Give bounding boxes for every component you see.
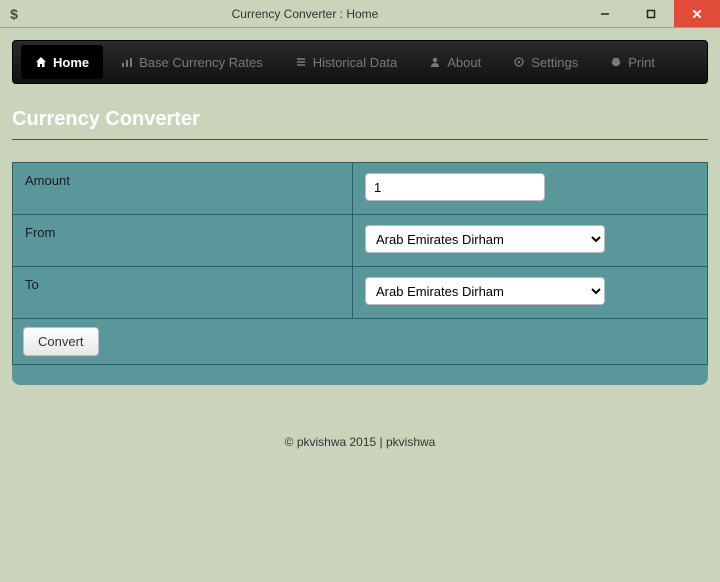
nav-print[interactable]: Print [596, 45, 669, 79]
gear-icon [513, 56, 525, 68]
nav-label: Base Currency Rates [139, 55, 263, 70]
bars-icon [121, 56, 133, 68]
nav-label: Historical Data [313, 55, 398, 70]
footer-text: © pkvishwa 2015 | pkvishwa [12, 435, 708, 449]
page-title: Currency Converter [12, 108, 708, 131]
close-button[interactable] [674, 0, 720, 27]
window-titlebar: $ Currency Converter : Home [0, 0, 720, 28]
nav-home[interactable]: Home [21, 45, 103, 79]
user-icon [429, 56, 441, 68]
nav-label: About [447, 55, 481, 70]
app-icon: $ [0, 0, 28, 27]
amount-label: Amount [13, 163, 353, 215]
amount-input[interactable] [365, 173, 545, 201]
main-navbar: Home Base Currency Rates Historical Data… [12, 40, 708, 84]
row-from: From Arab Emirates Dirham [13, 215, 708, 267]
minimize-button[interactable] [582, 0, 628, 27]
window-title: Currency Converter : Home [28, 0, 582, 27]
nav-historical-data[interactable]: Historical Data [281, 45, 412, 79]
nav-label: Home [53, 55, 89, 70]
maximize-button[interactable] [628, 0, 674, 27]
convert-button[interactable]: Convert [23, 327, 99, 356]
nav-base-currency-rates[interactable]: Base Currency Rates [107, 45, 277, 79]
nav-label: Settings [531, 55, 578, 70]
row-convert: Convert [13, 319, 708, 365]
row-to: To Arab Emirates Dirham [13, 267, 708, 319]
print-icon [610, 56, 622, 68]
nav-label: Print [628, 55, 655, 70]
nav-settings[interactable]: Settings [499, 45, 592, 79]
from-label: From [13, 215, 353, 267]
converter-form: Amount From Arab Emirates Dirham To Arab… [12, 162, 708, 365]
app-body: Home Base Currency Rates Historical Data… [0, 28, 720, 461]
list-icon [295, 56, 307, 68]
window-controls [582, 0, 720, 27]
heading-divider [12, 139, 708, 140]
to-select[interactable]: Arab Emirates Dirham [365, 277, 605, 305]
from-select[interactable]: Arab Emirates Dirham [365, 225, 605, 253]
row-amount: Amount [13, 163, 708, 215]
converter-panel: Amount From Arab Emirates Dirham To Arab… [12, 162, 708, 385]
to-label: To [13, 267, 353, 319]
nav-about[interactable]: About [415, 45, 495, 79]
home-icon [35, 56, 47, 68]
